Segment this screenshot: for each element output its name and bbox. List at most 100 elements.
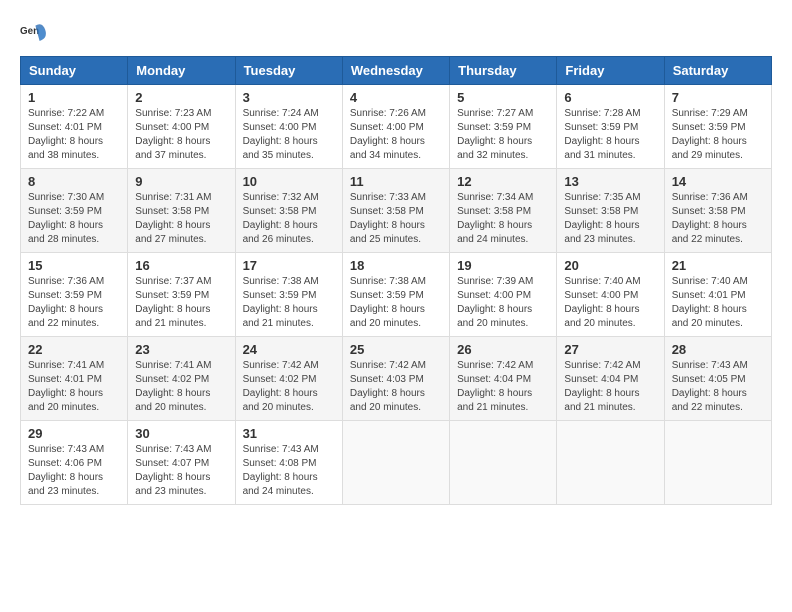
- day-number: 18: [350, 258, 442, 273]
- calendar-week-row: 22 Sunrise: 7:41 AMSunset: 4:01 PMDayligh…: [21, 337, 772, 421]
- header: Gen: [20, 20, 772, 48]
- calendar-cell: 24 Sunrise: 7:42 AMSunset: 4:02 PMDayligh…: [235, 337, 342, 421]
- day-number: 10: [243, 174, 335, 189]
- cell-text: Sunrise: 7:41 AMSunset: 4:01 PMDaylight:…: [28, 359, 120, 415]
- calendar-cell: 15 Sunrise: 7:36 AMSunset: 3:59 PMDayligh…: [21, 253, 128, 337]
- cell-text: Sunrise: 7:22 AMSunset: 4:01 PMDaylight:…: [28, 107, 120, 163]
- day-of-week-header: Wednesday: [342, 57, 449, 85]
- day-number: 31: [243, 426, 335, 441]
- day-number: 7: [672, 90, 764, 105]
- calendar-cell: 2 Sunrise: 7:23 AMSunset: 4:00 PMDaylight…: [128, 85, 235, 169]
- cell-text: Sunrise: 7:24 AMSunset: 4:00 PMDaylight:…: [243, 107, 335, 163]
- calendar-cell: 1 Sunrise: 7:22 AMSunset: 4:01 PMDaylight…: [21, 85, 128, 169]
- calendar-header-row: SundayMondayTuesdayWednesdayThursdayFrid…: [21, 57, 772, 85]
- day-number: 12: [457, 174, 549, 189]
- cell-text: Sunrise: 7:28 AMSunset: 3:59 PMDaylight:…: [564, 107, 656, 163]
- day-number: 2: [135, 90, 227, 105]
- calendar-cell: 13Sunrise: 7:35 AMSunset: 3:58 PMDayligh…: [557, 169, 664, 253]
- cell-text: Sunrise: 7:40 AMSunset: 4:00 PMDaylight:…: [564, 275, 656, 331]
- calendar-cell: 11 Sunrise: 7:33 AMSunset: 3:58 PMDayligh…: [342, 169, 449, 253]
- calendar-cell: [557, 421, 664, 505]
- calendar-cell: 17 Sunrise: 7:38 AMSunset: 3:59 PMDayligh…: [235, 253, 342, 337]
- calendar-cell: 23 Sunrise: 7:41 AMSunset: 4:02 PMDayligh…: [128, 337, 235, 421]
- cell-text: Sunrise: 7:31 AMSunset: 3:58 PMDaylight:…: [135, 191, 227, 247]
- calendar-cell: 4 Sunrise: 7:26 AMSunset: 4:00 PMDaylight…: [342, 85, 449, 169]
- calendar-cell: 16 Sunrise: 7:37 AMSunset: 3:59 PMDayligh…: [128, 253, 235, 337]
- cell-text: Sunrise: 7:26 AMSunset: 4:00 PMDaylight:…: [350, 107, 442, 163]
- calendar-cell: [342, 421, 449, 505]
- cell-text: Sunrise: 7:42 AMSunset: 4:04 PMDaylight:…: [457, 359, 549, 415]
- cell-text: Sunrise: 7:36 AMSunset: 3:59 PMDaylight:…: [28, 275, 120, 331]
- calendar-cell: [664, 421, 771, 505]
- day-number: 1: [28, 90, 120, 105]
- cell-text: Sunrise: 7:37 AMSunset: 3:59 PMDaylight:…: [135, 275, 227, 331]
- cell-text: Sunrise: 7:39 AMSunset: 4:00 PMDaylight:…: [457, 275, 549, 331]
- calendar-cell: [450, 421, 557, 505]
- day-of-week-header: Thursday: [450, 57, 557, 85]
- day-number: 4: [350, 90, 442, 105]
- calendar-cell: 5Sunrise: 7:27 AMSunset: 3:59 PMDaylight…: [450, 85, 557, 169]
- day-number: 30: [135, 426, 227, 441]
- cell-text: Sunrise: 7:40 AMSunset: 4:01 PMDaylight:…: [672, 275, 764, 331]
- day-number: 28: [672, 342, 764, 357]
- calendar-cell: 18 Sunrise: 7:38 AMSunset: 3:59 PMDayligh…: [342, 253, 449, 337]
- cell-text: Sunrise: 7:23 AMSunset: 4:00 PMDaylight:…: [135, 107, 227, 163]
- cell-text: Sunrise: 7:38 AMSunset: 3:59 PMDaylight:…: [243, 275, 335, 331]
- cell-text: Sunrise: 7:33 AMSunset: 3:58 PMDaylight:…: [350, 191, 442, 247]
- calendar-cell: 3 Sunrise: 7:24 AMSunset: 4:00 PMDaylight…: [235, 85, 342, 169]
- calendar-cell: 31 Sunrise: 7:43 AMSunset: 4:08 PMDayligh…: [235, 421, 342, 505]
- day-number: 16: [135, 258, 227, 273]
- calendar-cell: 20 Sunrise: 7:40 AMSunset: 4:00 PMDayligh…: [557, 253, 664, 337]
- day-number: 24: [243, 342, 335, 357]
- day-number: 17: [243, 258, 335, 273]
- logo-icon: Gen: [20, 20, 48, 48]
- calendar-week-row: 8Sunrise: 7:30 AMSunset: 3:59 PMDaylight…: [21, 169, 772, 253]
- day-of-week-header: Saturday: [664, 57, 771, 85]
- cell-text: Sunrise: 7:41 AMSunset: 4:02 PMDaylight:…: [135, 359, 227, 415]
- logo: Gen: [20, 20, 52, 48]
- cell-text: Sunrise: 7:42 AMSunset: 4:04 PMDaylight:…: [564, 359, 656, 415]
- calendar-cell: 14 Sunrise: 7:36 AMSunset: 3:58 PMDayligh…: [664, 169, 771, 253]
- day-number: 15: [28, 258, 120, 273]
- calendar-cell: 6Sunrise: 7:28 AMSunset: 3:59 PMDaylight…: [557, 85, 664, 169]
- day-number: 9: [135, 174, 227, 189]
- day-number: 29: [28, 426, 120, 441]
- cell-text: Sunrise: 7:43 AMSunset: 4:06 PMDaylight:…: [28, 443, 120, 499]
- day-number: 13: [564, 174, 656, 189]
- day-of-week-header: Sunday: [21, 57, 128, 85]
- day-number: 3: [243, 90, 335, 105]
- cell-text: Sunrise: 7:43 AMSunset: 4:05 PMDaylight:…: [672, 359, 764, 415]
- day-number: 20: [564, 258, 656, 273]
- day-of-week-header: Friday: [557, 57, 664, 85]
- calendar-cell: 8Sunrise: 7:30 AMSunset: 3:59 PMDaylight…: [21, 169, 128, 253]
- day-number: 14: [672, 174, 764, 189]
- cell-text: Sunrise: 7:27 AMSunset: 3:59 PMDaylight:…: [457, 107, 549, 163]
- cell-text: Sunrise: 7:42 AMSunset: 4:02 PMDaylight:…: [243, 359, 335, 415]
- day-of-week-header: Monday: [128, 57, 235, 85]
- cell-text: Sunrise: 7:36 AMSunset: 3:58 PMDaylight:…: [672, 191, 764, 247]
- calendar-cell: 10Sunrise: 7:32 AMSunset: 3:58 PMDayligh…: [235, 169, 342, 253]
- cell-text: Sunrise: 7:38 AMSunset: 3:59 PMDaylight:…: [350, 275, 442, 331]
- cell-text: Sunrise: 7:43 AMSunset: 4:07 PMDaylight:…: [135, 443, 227, 499]
- cell-text: Sunrise: 7:34 AMSunset: 3:58 PMDaylight:…: [457, 191, 549, 247]
- calendar-cell: 25 Sunrise: 7:42 AMSunset: 4:03 PMDayligh…: [342, 337, 449, 421]
- day-number: 27: [564, 342, 656, 357]
- calendar-cell: 19Sunrise: 7:39 AMSunset: 4:00 PMDayligh…: [450, 253, 557, 337]
- cell-text: Sunrise: 7:30 AMSunset: 3:59 PMDaylight:…: [28, 191, 120, 247]
- calendar-week-row: 29 Sunrise: 7:43 AMSunset: 4:06 PMDayligh…: [21, 421, 772, 505]
- day-number: 21: [672, 258, 764, 273]
- calendar-cell: 7Sunrise: 7:29 AMSunset: 3:59 PMDaylight…: [664, 85, 771, 169]
- day-number: 22: [28, 342, 120, 357]
- day-number: 23: [135, 342, 227, 357]
- cell-text: Sunrise: 7:42 AMSunset: 4:03 PMDaylight:…: [350, 359, 442, 415]
- day-number: 26: [457, 342, 549, 357]
- calendar-cell: 21 Sunrise: 7:40 AMSunset: 4:01 PMDayligh…: [664, 253, 771, 337]
- day-number: 11: [350, 174, 442, 189]
- cell-text: Sunrise: 7:43 AMSunset: 4:08 PMDaylight:…: [243, 443, 335, 499]
- calendar-cell: 9 Sunrise: 7:31 AMSunset: 3:58 PMDaylight…: [128, 169, 235, 253]
- day-of-week-header: Tuesday: [235, 57, 342, 85]
- calendar-table: SundayMondayTuesdayWednesdayThursdayFrid…: [20, 56, 772, 505]
- calendar-week-row: 1 Sunrise: 7:22 AMSunset: 4:01 PMDaylight…: [21, 85, 772, 169]
- calendar-cell: 12 Sunrise: 7:34 AMSunset: 3:58 PMDayligh…: [450, 169, 557, 253]
- day-number: 25: [350, 342, 442, 357]
